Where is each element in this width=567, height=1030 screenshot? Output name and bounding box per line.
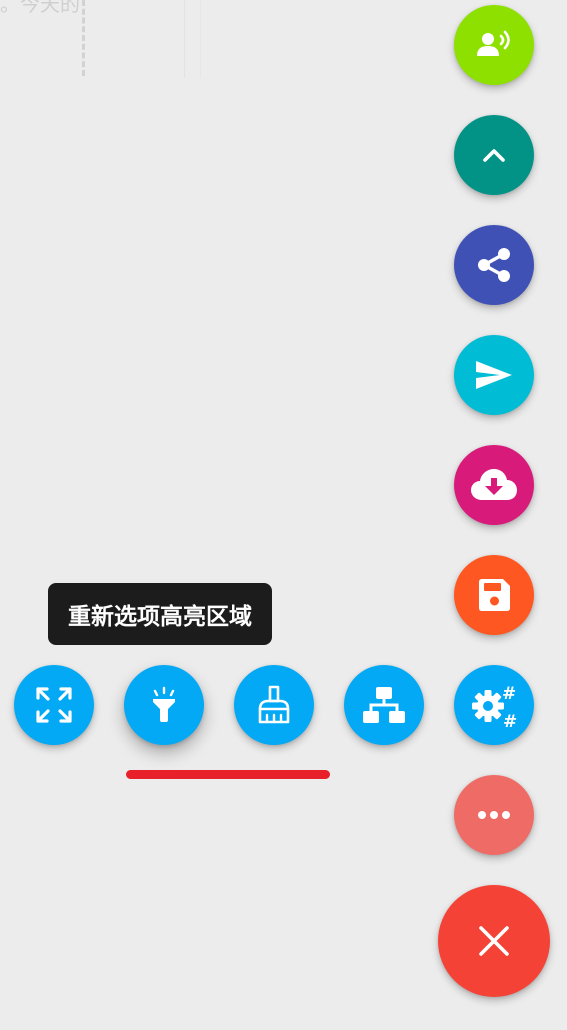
- expand-button[interactable]: [14, 665, 94, 745]
- app-screen: 。今天的 # # 重新选项高亮区域: [0, 0, 567, 1030]
- voice-button[interactable]: [454, 5, 534, 85]
- highlight-button[interactable]: [124, 665, 204, 745]
- flashlight-icon: [147, 686, 181, 724]
- tooltip-text: 重新选项高亮区域: [68, 604, 252, 630]
- background-divider: [184, 0, 185, 78]
- save-button[interactable]: [454, 555, 534, 635]
- expand-icon: [35, 686, 73, 724]
- send-button[interactable]: [454, 335, 534, 415]
- share-button[interactable]: [454, 225, 534, 305]
- broom-icon: [256, 685, 292, 725]
- send-icon: [474, 359, 514, 391]
- share-icon: [474, 245, 514, 285]
- chevron-up-icon: [480, 145, 508, 165]
- cloud-download-button[interactable]: [454, 445, 534, 525]
- gears-icon: # #: [470, 681, 518, 729]
- svg-text:#: #: [503, 712, 517, 729]
- background-dashed-line: [82, 0, 85, 76]
- clean-button[interactable]: [234, 665, 314, 745]
- scroll-top-button[interactable]: [454, 115, 534, 195]
- save-icon: [476, 577, 512, 613]
- voice-icon: [476, 30, 512, 60]
- close-button[interactable]: [438, 885, 550, 997]
- cloud-download-icon: [470, 468, 518, 502]
- more-dots-icon: [477, 810, 511, 820]
- selected-tool-underline: [126, 770, 330, 779]
- tooltip: 重新选项高亮区域: [48, 583, 272, 645]
- sitemap-icon: [362, 686, 406, 724]
- settings-button[interactable]: # #: [454, 665, 534, 745]
- sitemap-button[interactable]: [344, 665, 424, 745]
- more-button[interactable]: [454, 775, 534, 855]
- background-divider: [200, 0, 201, 78]
- background-text: 。今天的: [0, 0, 80, 16]
- svg-text:#: #: [502, 684, 516, 704]
- close-icon: [478, 925, 510, 957]
